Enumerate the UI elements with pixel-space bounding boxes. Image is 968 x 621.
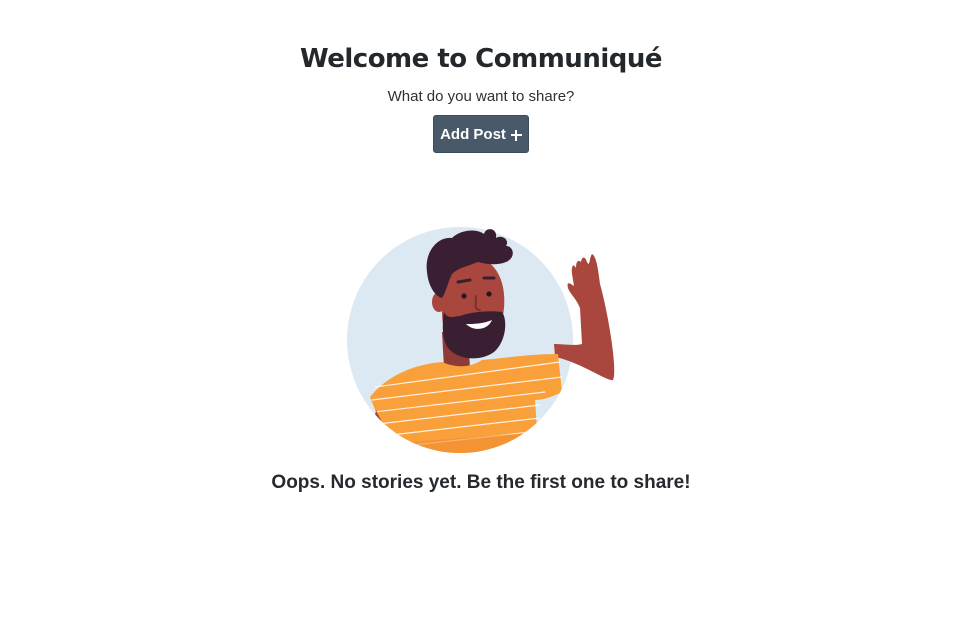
page: Welcome to Communiqué What do you want t… [0, 0, 968, 621]
add-post-button[interactable]: Add Post [433, 115, 529, 153]
empty-state-message: Oops. No stories yet. Be the first one t… [271, 472, 691, 493]
add-post-label: Add Post [440, 125, 506, 143]
page-title: Welcome to Communiqué [299, 44, 663, 74]
plus-icon [510, 129, 522, 141]
waving-man-illustration [347, 227, 615, 453]
page-subtitle: What do you want to share? [387, 88, 575, 105]
